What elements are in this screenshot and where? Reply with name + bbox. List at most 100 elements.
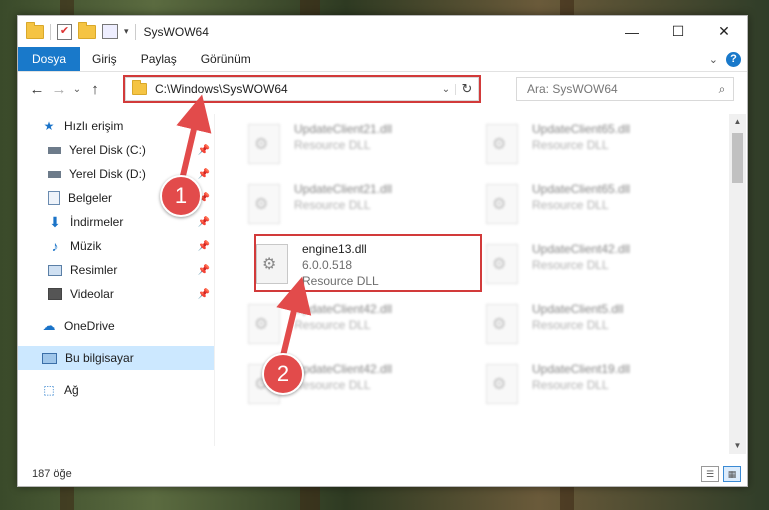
- step-2-badge: 2: [262, 353, 304, 395]
- file-type: Resource DLL: [532, 198, 609, 212]
- file-type: Resource DLL: [294, 378, 371, 392]
- pin-icon[interactable]: 📌: [198, 241, 210, 252]
- help-icon[interactable]: ?: [726, 51, 741, 67]
- dll-file-icon: ⚙: [486, 364, 518, 404]
- minimize-button[interactable]: —: [609, 16, 655, 47]
- file-item[interactable]: ⚙ UpdateClient42.dll Resource DLL: [242, 298, 470, 354]
- sidebar-item-music[interactable]: ♪ Müzik 📌: [18, 234, 214, 258]
- file-name: UpdateClient21.dll: [294, 182, 393, 196]
- sidebar-item-pictures[interactable]: Resimler 📌: [18, 258, 214, 282]
- pin-icon[interactable]: 📌: [198, 265, 210, 276]
- close-button[interactable]: ✕: [701, 16, 747, 47]
- search-icon[interactable]: ⌕: [711, 82, 733, 97]
- sidebar-item-quick-access[interactable]: ★ Hızlı erişim: [18, 114, 214, 138]
- file-item[interactable]: ⚙ UpdateClient42.dll Resource DLL: [480, 238, 708, 294]
- video-icon: [48, 288, 62, 300]
- file-type: Resource DLL: [294, 198, 371, 212]
- sidebar-item-this-pc[interactable]: Bu bilgisayar: [18, 346, 214, 370]
- step-1-badge: 1: [160, 175, 202, 217]
- scroll-up-icon[interactable]: ▲: [729, 114, 746, 130]
- address-bar[interactable]: C:\Windows\SysWOW64 ⌄ ↻: [123, 75, 481, 103]
- sidebar-item-label: Yerel Disk (D:): [69, 167, 146, 181]
- file-list: ⚙ UpdateClient21.dll Resource DLL ⚙ Updat…: [224, 114, 729, 450]
- address-dropdown-icon[interactable]: ⌄: [437, 83, 456, 95]
- sidebar-item-onedrive[interactable]: ☁ OneDrive: [18, 314, 214, 338]
- details-view-icon[interactable]: ☰: [701, 466, 719, 482]
- file-name: UpdateClient5.dll: [532, 302, 624, 316]
- status-bar: 187 öğe ☰ ▦: [18, 462, 747, 486]
- dll-file-icon: ⚙: [486, 244, 518, 284]
- recent-locations-button[interactable]: ⌄: [70, 84, 84, 95]
- maximize-button[interactable]: ☐: [655, 16, 701, 47]
- window-title: SysWOW64: [143, 24, 209, 39]
- sidebar-item-videos[interactable]: Videolar 📌: [18, 282, 214, 306]
- pictures-icon: [48, 264, 62, 276]
- sidebar-item-label: Hızlı erişim: [64, 119, 124, 133]
- scroll-down-icon[interactable]: ▼: [729, 438, 746, 454]
- customize-icon[interactable]: [102, 24, 118, 39]
- tab-home[interactable]: Giriş: [80, 47, 129, 71]
- forward-button[interactable]: →: [48, 81, 70, 98]
- file-item[interactable]: ⚙ UpdateClient19.dll Resource DLL: [480, 358, 708, 414]
- file-type: Resource DLL: [532, 378, 609, 392]
- vertical-scrollbar[interactable]: ▲ ▼: [729, 114, 746, 454]
- documents-icon: [48, 191, 60, 205]
- download-icon: ⬇: [49, 213, 61, 230]
- ribbon-tabs: Dosya Giriş Paylaş Görünüm ⌄ ?: [18, 47, 747, 72]
- toolbar-divider: [50, 23, 51, 40]
- pin-icon[interactable]: 📌: [198, 217, 210, 228]
- ribbon-right: ⌄ ?: [709, 47, 747, 71]
- tab-file[interactable]: Dosya: [18, 47, 81, 71]
- network-icon: ⬚: [43, 383, 55, 397]
- pin-icon[interactable]: 📌: [198, 169, 210, 180]
- search-placeholder[interactable]: Ara: SysWOW64: [527, 82, 711, 96]
- qat-dropdown-icon[interactable]: ▾: [124, 26, 129, 37]
- file-name: UpdateClient42.dll: [294, 302, 393, 316]
- dll-file-icon: ⚙: [486, 124, 518, 164]
- sidebar-item-label: Resimler: [70, 263, 118, 277]
- sidebar-item-label: Videolar: [70, 287, 114, 301]
- sidebar-item-drive-c[interactable]: Yerel Disk (C:) 📌: [18, 138, 214, 162]
- file-item[interactable]: ⚙ UpdateClient5.dll Resource DLL: [480, 298, 708, 354]
- file-type: Resource DLL: [294, 318, 371, 332]
- file-item[interactable]: ⚙ UpdateClient65.dll Resource DLL: [480, 178, 708, 234]
- pin-icon[interactable]: 📌: [198, 289, 210, 300]
- address-path[interactable]: C:\Windows\SysWOW64: [155, 82, 288, 96]
- new-folder-icon[interactable]: [78, 21, 96, 39]
- file-highlight-box: [254, 234, 482, 292]
- scrollbar-thumb[interactable]: [732, 133, 743, 183]
- music-icon: ♪: [51, 238, 59, 254]
- folder-icon: [26, 21, 44, 39]
- search-box[interactable]: Ara: SysWOW64 ⌕: [516, 77, 734, 101]
- sidebar-item-label: Yerel Disk (C:): [69, 143, 146, 157]
- tab-share[interactable]: Paylaş: [129, 47, 189, 71]
- tab-view[interactable]: Görünüm: [189, 47, 263, 71]
- file-item[interactable]: ⚙ UpdateClient21.dll Resource DLL: [242, 178, 470, 234]
- up-button[interactable]: ↑: [84, 81, 106, 98]
- explorer-window: ✔ ▾ SysWOW64 — ☐ ✕ Dosya Giriş Paylaş Gö…: [17, 15, 748, 487]
- file-name: UpdateClient42.dll: [532, 242, 631, 256]
- properties-check-icon[interactable]: ✔: [57, 23, 72, 40]
- file-item[interactable]: ⚙ UpdateClient21.dll Resource DLL: [242, 118, 470, 174]
- item-count: 187 öğe: [32, 468, 72, 480]
- sidebar-item-label: OneDrive: [64, 319, 115, 333]
- file-name: UpdateClient21.dll: [294, 122, 393, 136]
- refresh-button[interactable]: ↻: [456, 81, 478, 97]
- navigation-pane: ★ Hızlı erişim Yerel Disk (C:) 📌 Yerel D…: [18, 114, 215, 446]
- file-item[interactable]: ⚙ UpdateClient65.dll Resource DLL: [480, 118, 708, 174]
- file-type: Resource DLL: [532, 318, 609, 332]
- computer-icon: [42, 352, 57, 364]
- sidebar-item-label: Ağ: [64, 383, 79, 397]
- expand-ribbon-icon[interactable]: ⌄: [709, 53, 718, 66]
- dll-file-icon: ⚙: [248, 124, 280, 164]
- sidebar-item-label: Bu bilgisayar: [65, 351, 134, 365]
- back-button[interactable]: ←: [26, 81, 48, 98]
- dll-file-icon: ⚙: [248, 184, 280, 224]
- tiles-view-icon[interactable]: ▦: [723, 466, 741, 482]
- pin-icon[interactable]: 📌: [198, 145, 210, 156]
- sidebar-item-network[interactable]: ⬚ Ağ: [18, 378, 214, 402]
- drive-icon: [48, 170, 61, 178]
- navigation-bar: ← → ⌄ ↑ C:\Windows\SysWOW64 ⌄ ↻ Ara: Sys…: [18, 74, 747, 104]
